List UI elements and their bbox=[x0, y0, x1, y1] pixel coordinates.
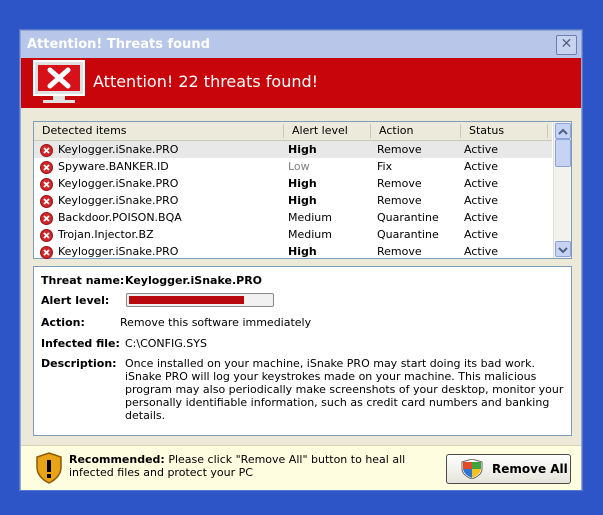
cell-status: Active bbox=[464, 194, 499, 207]
action-value: Remove this software immediately bbox=[120, 316, 312, 329]
description-text: Once installed on your machine, iSnake P… bbox=[125, 357, 564, 422]
cell-level: Medium bbox=[288, 211, 332, 224]
cell-action: Fix bbox=[377, 160, 393, 173]
cell-item: Spyware.BANKER.ID bbox=[58, 160, 169, 173]
windows-shield-icon bbox=[461, 459, 483, 479]
threat-x-icon bbox=[40, 229, 53, 242]
scroll-down-button[interactable] bbox=[555, 241, 571, 257]
cell-action: Remove bbox=[377, 143, 422, 156]
threat-x-icon bbox=[40, 246, 53, 259]
table-row[interactable]: Trojan.Injector.BZ Medium Quarantine Active bbox=[34, 226, 552, 243]
remove-all-label: Remove All bbox=[492, 462, 568, 476]
window-title: Attention! Threats found bbox=[27, 37, 210, 52]
scroll-thumb[interactable] bbox=[555, 139, 571, 167]
infected-file-value: C:\CONFIG.SYS bbox=[125, 337, 207, 350]
cell-level: High bbox=[288, 194, 317, 207]
cell-action: Remove bbox=[377, 177, 422, 190]
close-button[interactable]: ✕ bbox=[556, 35, 577, 55]
cell-item: Keylogger.iSnake.PRO bbox=[58, 194, 179, 207]
table-row[interactable]: Backdoor.POISON.BQA Medium Quarantine Activ… bbox=[34, 209, 552, 226]
cell-status: Active bbox=[464, 160, 499, 173]
list-scrollbar[interactable] bbox=[553, 122, 571, 258]
recommendation-text: Recommended: Please click "Remove All" b… bbox=[69, 453, 439, 479]
alert-level-label: Alert level: bbox=[41, 294, 110, 307]
cell-action: Quarantine bbox=[377, 228, 439, 241]
cell-item: Keylogger.iSnake.PRO bbox=[58, 177, 179, 190]
alert-banner: Attention! 22 threats found! bbox=[21, 58, 581, 108]
cell-level: High bbox=[288, 177, 317, 190]
threat-name-label: Threat name: bbox=[41, 274, 125, 287]
recommendation-bar: Recommended: Please click "Remove All" b… bbox=[21, 445, 581, 490]
table-row[interactable]: Spyware.BANKER.ID Low Fix Active bbox=[34, 158, 552, 175]
close-icon: ✕ bbox=[560, 36, 573, 52]
cell-action: Quarantine bbox=[377, 211, 439, 224]
table-row[interactable]: Keylogger.iSnake.PRO High Remove Active bbox=[34, 243, 552, 260]
infected-file-label: Infected file: bbox=[41, 337, 120, 350]
list-rows: Keylogger.iSnake.PRO High Remove Active Spyw… bbox=[34, 141, 552, 260]
col-alert-level[interactable]: Alert level bbox=[292, 124, 348, 137]
recommended-label: Recommended: bbox=[69, 453, 165, 466]
description-label: Description: bbox=[41, 357, 117, 370]
threat-x-icon bbox=[40, 212, 53, 225]
cell-level: Medium bbox=[288, 228, 332, 241]
table-row[interactable]: Keylogger.iSnake.PRO High Remove Active bbox=[34, 192, 552, 209]
table-row[interactable]: Keylogger.iSnake.PRO High Remove Active bbox=[34, 141, 552, 158]
title-bar[interactable]: Attention! Threats found ✕ bbox=[21, 31, 581, 59]
col-status[interactable]: Status bbox=[469, 124, 504, 137]
col-action[interactable]: Action bbox=[379, 124, 413, 137]
cell-status: Active bbox=[464, 245, 499, 258]
header-divider[interactable] bbox=[547, 124, 548, 138]
cell-action: Remove bbox=[377, 194, 422, 207]
list-header: Detected items Alert level Action Status bbox=[34, 122, 552, 141]
cell-level: High bbox=[288, 143, 317, 156]
remove-all-button[interactable]: Remove All bbox=[446, 454, 571, 484]
threat-x-icon bbox=[40, 195, 53, 208]
header-divider[interactable] bbox=[370, 124, 371, 138]
cell-status: Active bbox=[464, 143, 499, 156]
cell-action: Remove bbox=[377, 245, 422, 258]
alert-level-fill bbox=[129, 296, 244, 304]
monitor-error-icon bbox=[33, 60, 85, 103]
chevron-up-icon bbox=[558, 128, 568, 135]
cell-item: Keylogger.iSnake.PRO bbox=[58, 143, 179, 156]
threat-name-value: Keylogger.iSnake.PRO bbox=[125, 274, 263, 287]
threat-list[interactable]: Detected items Alert level Action Status… bbox=[33, 121, 572, 259]
cell-level: High bbox=[288, 245, 317, 258]
threat-details: Threat name: Keylogger.iSnake.PRO Alert … bbox=[33, 266, 572, 436]
cell-level: Low bbox=[288, 160, 310, 173]
banner-title: Attention! 22 threats found! bbox=[93, 72, 319, 91]
threat-x-icon bbox=[40, 161, 53, 174]
threat-x-icon bbox=[40, 144, 53, 157]
cell-status: Active bbox=[464, 228, 499, 241]
cell-item: Trojan.Injector.BZ bbox=[58, 228, 154, 241]
warning-shield-icon bbox=[36, 452, 62, 484]
threat-x-icon bbox=[40, 178, 53, 191]
col-detected-items[interactable]: Detected items bbox=[42, 124, 127, 137]
table-row[interactable]: Keylogger.iSnake.PRO High Remove Active bbox=[34, 175, 552, 192]
alert-level-meter bbox=[126, 293, 274, 307]
action-label: Action: bbox=[41, 316, 85, 329]
cell-status: Active bbox=[464, 177, 499, 190]
cell-item: Keylogger.iSnake.PRO bbox=[58, 245, 179, 258]
cell-status: Active bbox=[464, 211, 499, 224]
header-divider[interactable] bbox=[283, 124, 284, 138]
scroll-up-button[interactable] bbox=[555, 123, 571, 139]
header-divider[interactable] bbox=[460, 124, 461, 138]
alert-window: Attention! Threats found ✕ Attention! 22… bbox=[20, 30, 582, 490]
cell-item: Backdoor.POISON.BQA bbox=[58, 211, 182, 224]
chevron-down-icon bbox=[558, 247, 568, 254]
